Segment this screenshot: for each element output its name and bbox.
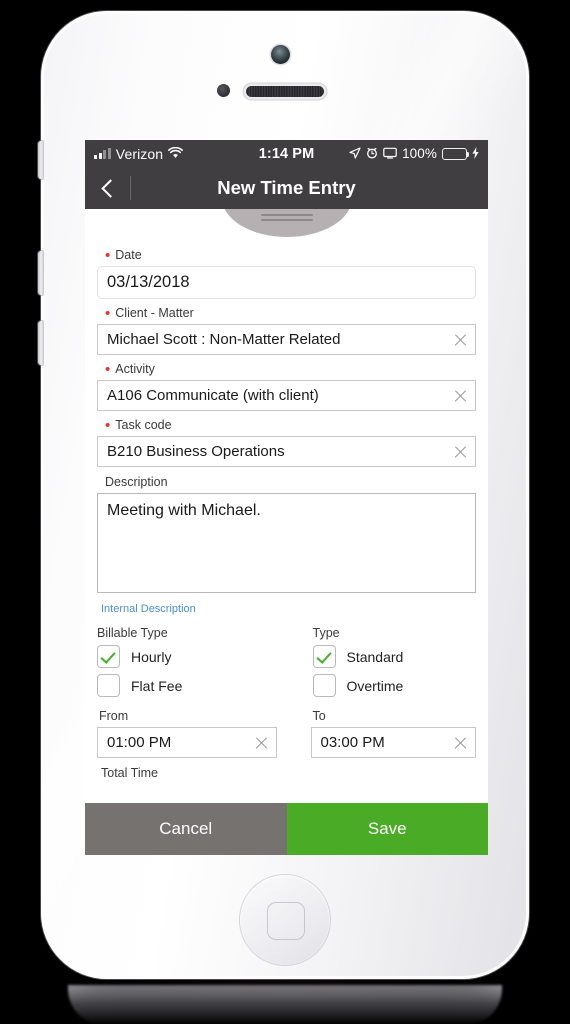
from-time-group: From	[93, 709, 287, 758]
billable-type-label: Billable Type	[97, 626, 168, 640]
date-label: • Date	[105, 247, 142, 264]
volume-down-button[interactable]	[38, 321, 43, 365]
task-code-field-wrap	[97, 436, 476, 467]
description-textarea[interactable]	[97, 493, 476, 593]
checkbox-flat-fee-label: Flat Fee	[131, 677, 183, 694]
clear-x-icon[interactable]	[254, 735, 269, 750]
client-matter-input[interactable]	[97, 324, 476, 355]
pull-handle-lines-icon	[260, 214, 313, 224]
clear-x-icon[interactable]	[453, 444, 468, 459]
status-bar: Verizon 1:14 PM 100%	[85, 140, 488, 167]
clear-x-icon[interactable]	[453, 332, 468, 347]
screenshot-stage: Verizon 1:14 PM 100% New Time Entry • Da…	[0, 0, 570, 1024]
phone-reflection	[68, 985, 502, 1024]
date-label-text: Date	[115, 248, 142, 262]
internal-description-link[interactable]: Internal Description	[101, 603, 196, 615]
to-field-wrap	[310, 727, 476, 758]
home-button-icon[interactable]	[240, 875, 330, 965]
back-button[interactable]	[85, 167, 131, 209]
checkbox-row-standard[interactable]: Standard	[312, 645, 481, 668]
from-label: From	[99, 709, 129, 723]
client-matter-field-wrap	[97, 324, 476, 355]
time-range-columns: From To	[93, 709, 480, 758]
type-group: Type Standard Overtime	[287, 626, 481, 703]
mute-switch-button[interactable]	[38, 141, 43, 179]
pull-handle-area[interactable]	[85, 209, 488, 237]
status-bar-left: Verizon	[94, 146, 259, 162]
status-bar-right: 100%	[314, 146, 479, 162]
navigation-bar: New Time Entry	[85, 167, 488, 209]
type-label: Type	[312, 626, 340, 640]
activity-field-wrap	[97, 380, 476, 411]
alarm-clock-icon	[366, 146, 378, 162]
to-time-input[interactable]	[310, 727, 476, 758]
date-input[interactable]	[97, 266, 476, 299]
screen-mirroring-icon	[383, 146, 397, 162]
to-label: To	[312, 709, 326, 723]
clear-x-icon[interactable]	[453, 388, 468, 403]
wifi-icon	[168, 146, 184, 162]
to-time-group: To	[287, 709, 481, 758]
page-title: New Time Entry	[217, 177, 356, 198]
chevron-left-icon	[100, 178, 120, 198]
form-footer: Cancel Save	[85, 803, 488, 855]
battery-icon	[442, 147, 470, 160]
volume-up-button[interactable]	[38, 251, 43, 295]
time-entry-form: • Date • Client - Matter • Activity	[85, 237, 488, 827]
checkbox-columns: Billable Type Hourly Flat Fee Type Stand…	[93, 626, 480, 703]
proximity-sensor-icon	[217, 84, 230, 97]
signal-strength-icon	[94, 148, 111, 159]
phone-screen: Verizon 1:14 PM 100% New Time Entry • Da…	[85, 140, 488, 855]
lightning-bolt-icon	[472, 146, 479, 162]
task-code-label-text: Task code	[115, 418, 172, 432]
task-code-input[interactable]	[97, 436, 476, 467]
battery-percent-label: 100%	[402, 146, 437, 161]
task-code-label: • Task code	[105, 417, 172, 434]
billable-type-group: Billable Type Hourly Flat Fee	[93, 626, 287, 703]
checkbox-row-flat-fee[interactable]: Flat Fee	[97, 674, 287, 697]
checkbox-hourly-label: Hourly	[131, 648, 172, 665]
location-arrow-icon	[349, 146, 361, 162]
client-matter-label-text: Client - Matter	[115, 306, 194, 320]
status-bar-time: 1:14 PM	[258, 145, 315, 162]
checkbox-overtime[interactable]	[312, 674, 336, 697]
checkbox-row-overtime[interactable]: Overtime	[312, 674, 481, 697]
save-button[interactable]: Save	[286, 803, 488, 855]
earpiece-speaker-icon	[246, 86, 324, 97]
cancel-button[interactable]: Cancel	[85, 803, 287, 855]
front-camera-icon	[271, 45, 290, 64]
checkbox-overtime-label: Overtime	[346, 677, 404, 694]
total-time-label: Total Time	[101, 766, 158, 780]
from-field-wrap	[97, 727, 277, 758]
activity-label-text: Activity	[115, 362, 155, 376]
checkbox-row-hourly[interactable]: Hourly	[97, 645, 287, 668]
activity-label: • Activity	[105, 361, 155, 378]
checkbox-standard-label: Standard	[346, 648, 404, 665]
date-field-wrap	[97, 266, 476, 299]
from-time-input[interactable]	[97, 727, 277, 758]
activity-input[interactable]	[97, 380, 476, 411]
checkbox-standard[interactable]	[312, 645, 336, 668]
description-label: Description	[105, 475, 168, 489]
checkbox-hourly[interactable]	[97, 645, 120, 668]
carrier-label: Verizon	[115, 145, 164, 162]
checkbox-flat-fee[interactable]	[97, 674, 120, 697]
client-matter-label: • Client - Matter	[105, 305, 194, 322]
clear-x-icon[interactable]	[453, 735, 468, 750]
